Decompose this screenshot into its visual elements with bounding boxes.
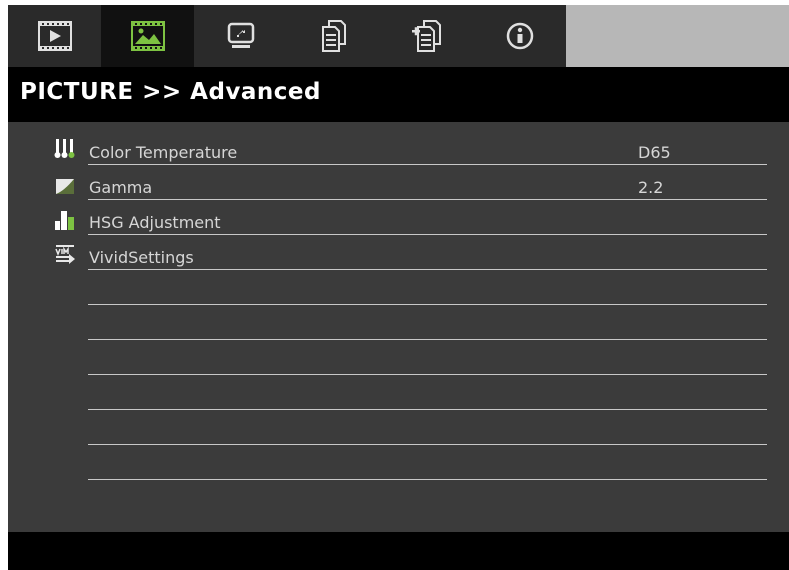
footer-bar — [8, 532, 789, 570]
display-icon — [227, 22, 254, 48]
tab-options[interactable] — [380, 5, 473, 67]
empty-menu-row — [8, 410, 789, 445]
tab-image-settings[interactable] — [8, 5, 101, 67]
picture-icon — [130, 21, 165, 51]
tab-bar — [8, 5, 789, 67]
osd-menu-window: PICTURE >> Advanced Color Temperature D6… — [8, 5, 789, 570]
row-divider — [88, 479, 767, 480]
menu-item-gamma[interactable]: Gamma 2.2 — [8, 165, 789, 200]
menu-item-value: 2.2 — [638, 178, 664, 197]
menu-item-label: Color Temperature — [89, 143, 238, 162]
empty-menu-row — [8, 375, 789, 410]
menu-item-label: Gamma — [89, 178, 153, 197]
document-plus-icon — [411, 20, 441, 52]
tab-display[interactable] — [194, 5, 287, 67]
tab-picture[interactable] — [101, 5, 194, 67]
info-icon — [506, 22, 533, 50]
gamma-curve-icon — [56, 179, 74, 194]
tab-setup[interactable] — [287, 5, 380, 67]
empty-menu-row — [8, 305, 789, 340]
tab-info[interactable] — [473, 5, 566, 67]
page-title: PICTURE >> Advanced — [20, 79, 321, 105]
empty-menu-row — [8, 340, 789, 375]
menu-item-label: VividSettings — [89, 248, 194, 267]
document-icon — [321, 20, 346, 52]
play-screen-icon — [37, 21, 72, 51]
empty-menu-row — [8, 445, 789, 480]
thermometers-icon — [54, 139, 75, 158]
header-bar: PICTURE >> Advanced — [8, 67, 789, 122]
tab-bar-empty-area — [566, 5, 789, 67]
empty-menu-row — [8, 270, 789, 305]
menu-item-vivid-settings[interactable]: VividSettings — [8, 235, 789, 270]
menu-item-label: HSG Adjustment — [89, 213, 221, 232]
menu-item-value: D65 — [638, 143, 671, 162]
menu-item-hsg-adjustment[interactable]: HSG Adjustment — [8, 200, 789, 235]
vivid-settings-icon — [55, 245, 75, 264]
bar-levels-icon — [55, 211, 74, 230]
menu-item-color-temperature[interactable]: Color Temperature D65 — [8, 130, 789, 165]
menu-list: Color Temperature D65 Gamma 2.2 HSG Adju… — [8, 122, 789, 532]
